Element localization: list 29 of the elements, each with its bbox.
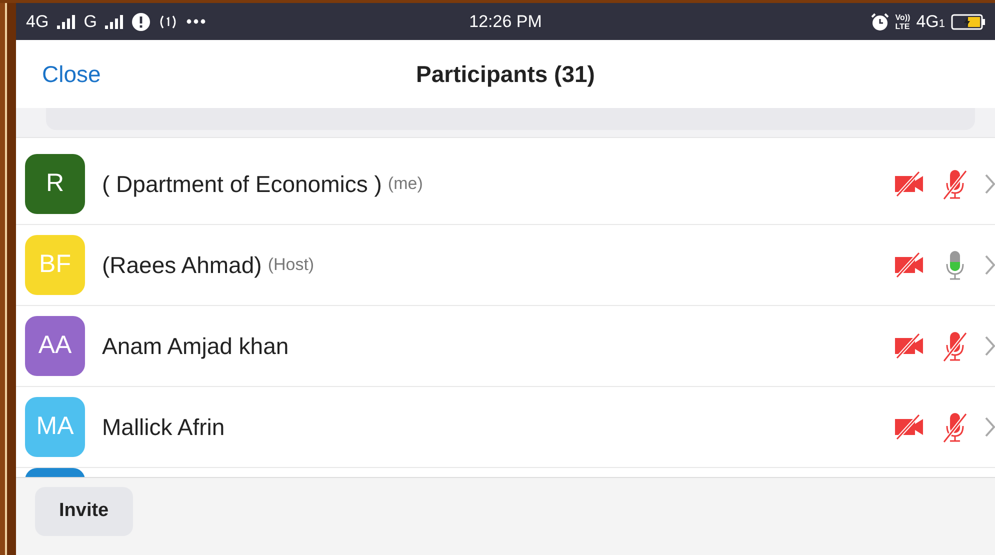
network-label: G <box>84 10 97 33</box>
hotspot-icon <box>158 14 178 30</box>
participant-name: ( Dpartment of Economics ) <box>102 170 382 199</box>
signal-icon <box>56 14 76 28</box>
signal-icon <box>104 14 124 28</box>
participant-role: (me) <box>388 173 423 196</box>
participant-role: (Host) <box>268 254 314 276</box>
invite-button[interactable]: Invite <box>35 487 133 536</box>
alert-icon <box>132 12 150 30</box>
alarm-clock-icon <box>871 12 890 30</box>
participant-row[interactable]: MA Mallick Afrin <box>16 387 995 468</box>
more-icon <box>186 19 206 24</box>
chevron-right-icon <box>985 417 995 437</box>
chevron-right-icon <box>985 255 995 275</box>
screen-title: Participants (31) <box>416 60 595 89</box>
participant-name: (Raees Ahmad) <box>102 250 262 280</box>
participant-row[interactable]: R ( Dpartment of Economics ) (me) <box>16 144 995 225</box>
battery-icon <box>951 14 986 30</box>
clock-time: 12:26 PM <box>469 10 542 33</box>
chevron-right-icon <box>985 174 995 194</box>
chevron-right-icon <box>985 336 995 356</box>
participant-name: Anam Amjad khan <box>102 332 289 361</box>
participant-name: Mallick Afrin <box>102 412 225 442</box>
volte-label: Vo)) LTE <box>895 12 910 30</box>
network-label: 4G <box>26 10 49 33</box>
network-label: 4G1 <box>916 10 946 33</box>
close-button[interactable]: Close <box>42 56 101 92</box>
participant-row[interactable]: AA Anam Amjad khan <box>16 306 995 387</box>
participant-row[interactable]: BF (Raees Ahmad) (Host) <box>16 225 995 306</box>
